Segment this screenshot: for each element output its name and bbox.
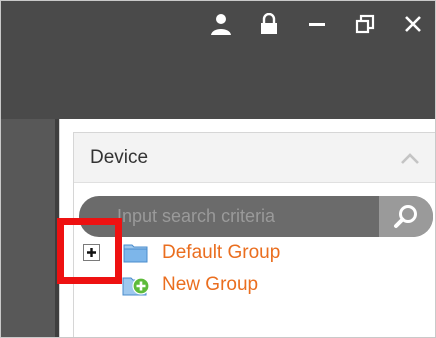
restore-icon [355,14,375,34]
tree-item-default-group[interactable]: Default Group [162,242,280,264]
restore-button[interactable] [341,1,389,47]
title-bar [1,1,435,119]
collapse-button[interactable] [396,149,424,169]
minimize-button[interactable] [293,1,341,47]
device-panel-title: Device [90,147,149,168]
add-group-icon [122,277,150,296]
tree-item-new-group[interactable]: New Group [162,274,258,296]
search-box [79,196,433,237]
search-icon [394,204,417,228]
minimize-icon [309,23,325,26]
close-icon [405,16,421,32]
window-controls [197,1,435,47]
search-input[interactable] [79,196,379,237]
user-button[interactable] [197,1,245,47]
app-window: Device Default Group New Gro [0,0,436,338]
chevron-up-icon [401,153,419,164]
device-panel-header[interactable]: Device [74,133,435,183]
left-pane [1,119,59,337]
close-button[interactable] [389,1,435,47]
search-button[interactable] [379,196,433,237]
lock-button[interactable] [245,1,293,47]
expand-toggle[interactable] [83,244,100,261]
plus-icon [87,248,96,257]
folder-icon [123,244,148,263]
user-icon [211,14,231,35]
lock-icon [261,13,277,34]
